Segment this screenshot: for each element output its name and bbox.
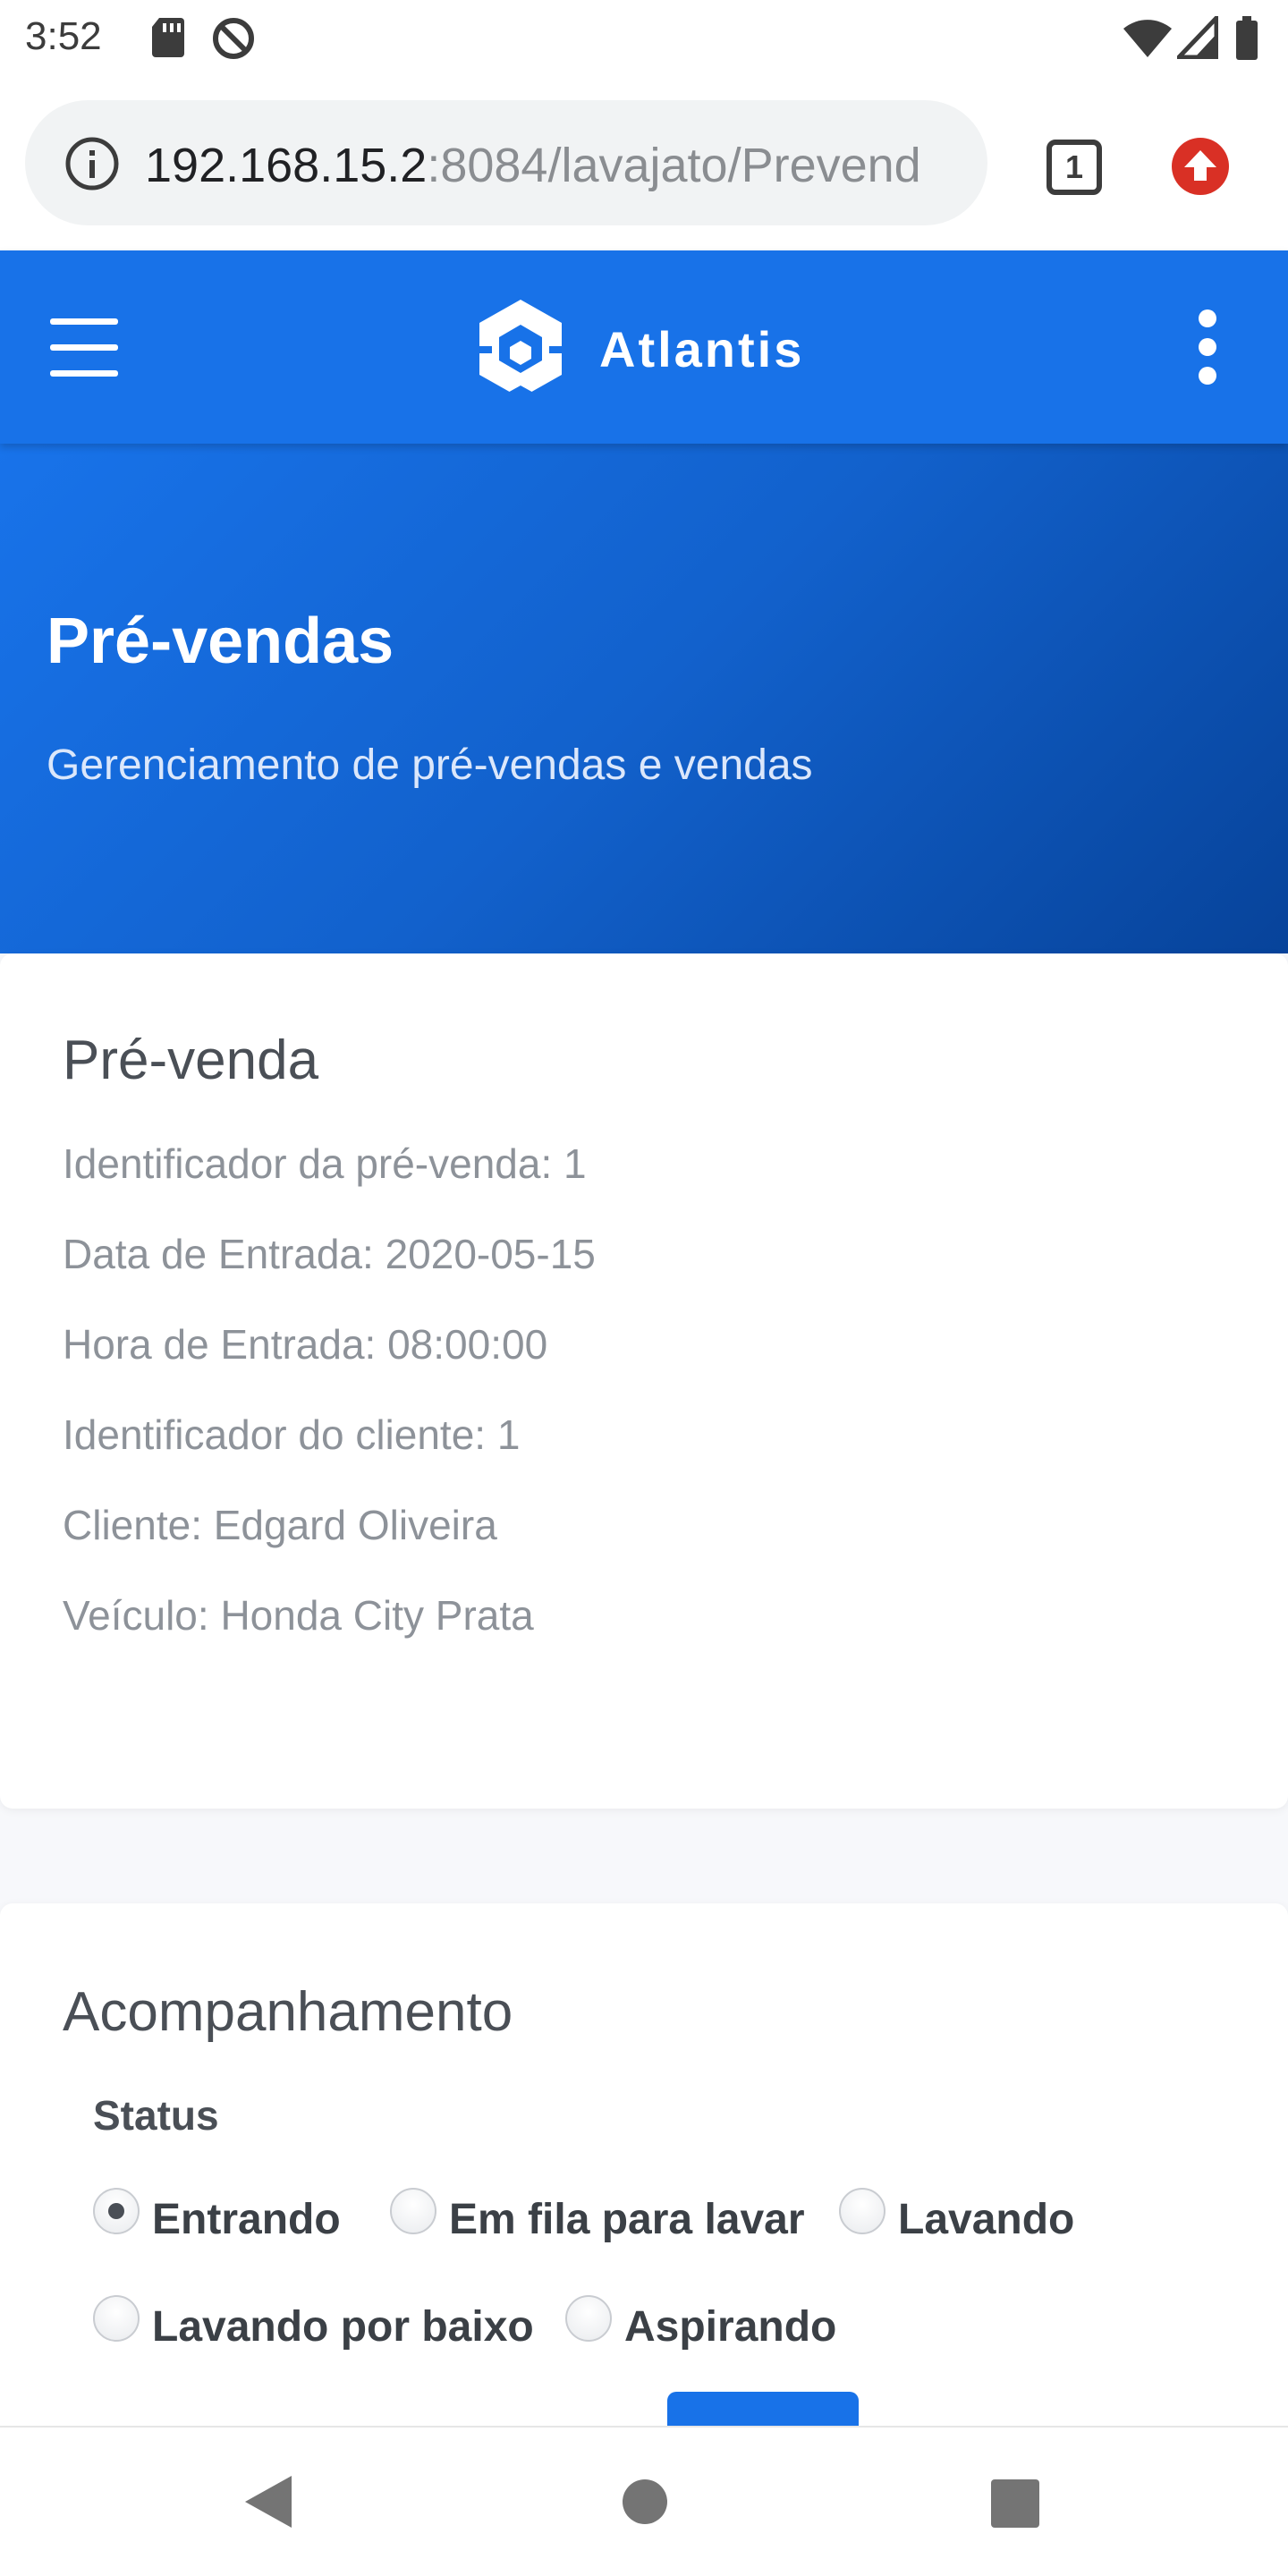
sd-card-icon	[152, 18, 184, 57]
atlantis-logo-icon	[474, 300, 567, 402]
tab-switcher-icon[interactable]: 1	[1046, 140, 1102, 195]
url-path: :8084/lavajato/Prevend	[427, 139, 921, 192]
status-radio-aspirando[interactable]: Aspirando	[565, 2294, 837, 2351]
brand-name: Atlantis	[599, 320, 805, 377]
radio-label: Aspirando	[624, 2303, 837, 2351]
radio-label: Entrando	[152, 2196, 341, 2243]
entry-date: Data de Entrada: 2020-05-15	[63, 1231, 596, 1277]
system-navigation-bar	[0, 2426, 1288, 2576]
radio-button[interactable]	[565, 2294, 612, 2342]
radio-label: Em fila para lavar	[449, 2196, 805, 2243]
battery-icon	[1236, 16, 1258, 60]
do-not-disturb-icon	[213, 18, 254, 59]
status-radio-lavando[interactable]: Lavando	[839, 2187, 1075, 2244]
status-radio-lavando-por-baixo[interactable]: Lavando por baixo	[93, 2294, 534, 2351]
update-icon[interactable]	[1172, 138, 1229, 195]
url-text[interactable]: 192.168.15.2:8084/lavajato/Prevend	[145, 138, 921, 193]
vehicle: Veículo: Honda City Prata	[63, 1592, 534, 1639]
radio-button[interactable]	[390, 2187, 436, 2234]
address-bar[interactable]: 192.168.15.2:8084/lavajato/Prevend	[25, 100, 987, 225]
brand[interactable]: Atlantis	[474, 295, 804, 402]
cell-signal-icon	[1177, 16, 1218, 59]
client-id: Identificador do cliente: 1	[63, 1411, 521, 1458]
client-name: Cliente: Edgard Oliveira	[63, 1502, 497, 1548]
radio-label: Lavando	[898, 2196, 1075, 2243]
presale-title: Pré-venda	[63, 1030, 319, 1091]
radio-button[interactable]	[93, 2294, 140, 2342]
radio-button[interactable]	[839, 2187, 886, 2234]
app-header: Atlantis	[0, 250, 1288, 444]
browser-toolbar: 192.168.15.2:8084/lavajato/Prevend 1	[0, 75, 1288, 250]
wifi-icon	[1123, 20, 1172, 57]
status-radio-em-fila[interactable]: Em fila para lavar	[390, 2187, 805, 2244]
entry-time: Hora de Entrada: 08:00:00	[63, 1321, 548, 1368]
status-label: Status	[93, 2092, 219, 2139]
status-bar: 3:52	[0, 0, 1288, 75]
home-icon[interactable]	[623, 2479, 667, 2524]
url-host: 192.168.15.2	[145, 139, 428, 192]
status-radio-entrando[interactable]: Entrando	[93, 2187, 341, 2244]
status-time: 3:52	[25, 14, 102, 58]
page-title: Pré-vendas	[47, 606, 394, 677]
hamburger-menu-icon[interactable]	[50, 318, 118, 377]
tab-count: 1	[1064, 148, 1084, 185]
back-icon[interactable]	[242, 2472, 295, 2531]
presale-id: Identificador da pré-venda: 1	[63, 1140, 587, 1187]
presale-card: Pré-venda Identificador da pré-venda: 1 …	[0, 953, 1288, 1809]
tracking-title: Acompanhamento	[63, 1981, 513, 2043]
page-subtitle: Gerenciamento de pré-vendas e vendas	[47, 741, 813, 789]
recents-icon[interactable]	[991, 2479, 1039, 2528]
radio-button-checked[interactable]	[93, 2187, 140, 2234]
more-vertical-icon[interactable]	[1199, 309, 1216, 395]
info-icon[interactable]	[64, 136, 120, 191]
radio-label: Lavando por baixo	[152, 2303, 534, 2351]
page-hero: Pré-vendas Gerenciamento de pré-vendas e…	[0, 444, 1288, 953]
